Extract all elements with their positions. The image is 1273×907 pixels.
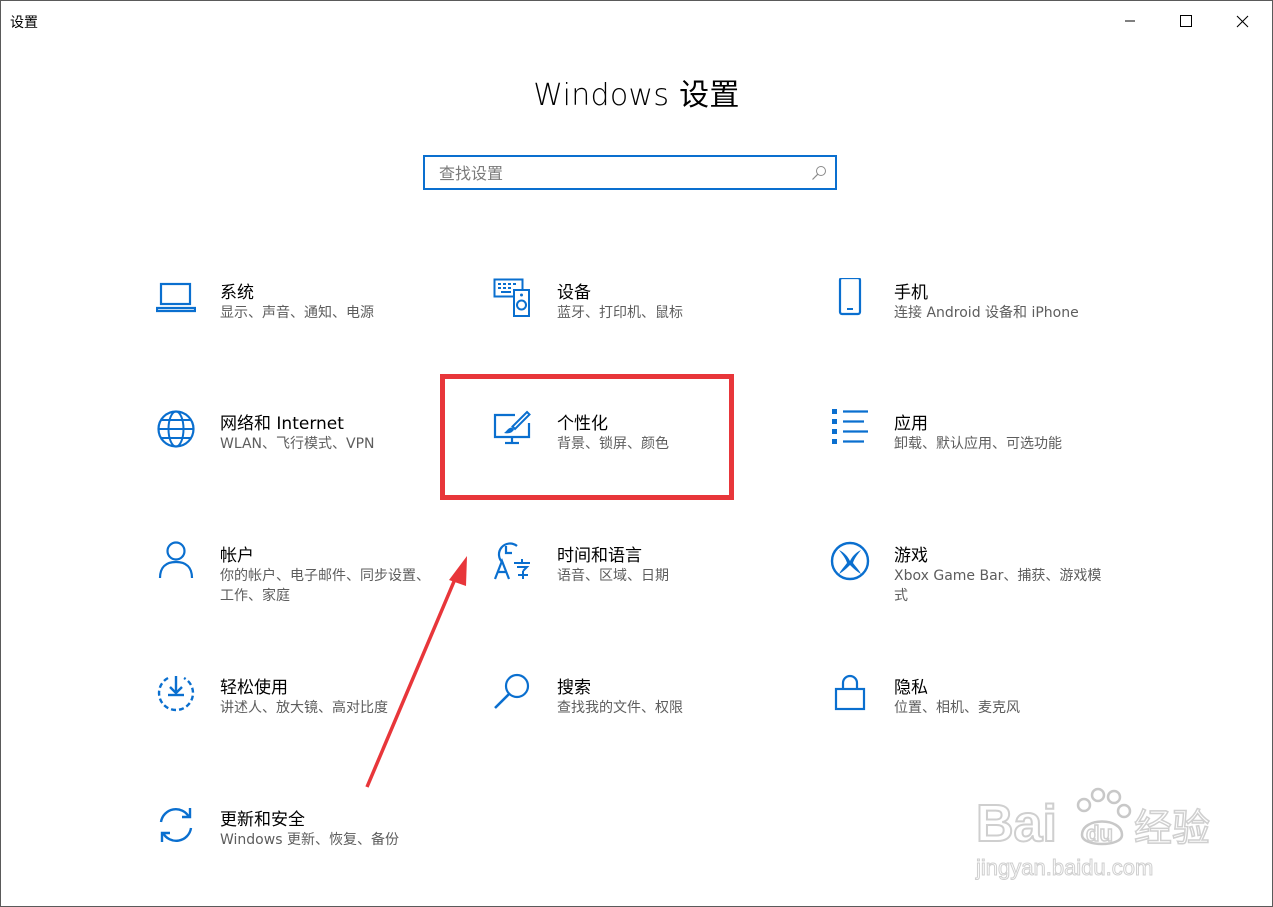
tile-desc: 连接 Android 设备和 iPhone <box>894 305 1079 321</box>
search-input[interactable] <box>437 157 801 190</box>
tile-update-security[interactable]: 更新和安全 Windows 更新、恢复、备份 <box>156 805 446 895</box>
close-button[interactable] <box>1214 0 1270 42</box>
title-bar[interactable]: 设置 <box>0 0 1273 42</box>
page-title: Windows 设置 <box>533 78 740 113</box>
tile-desc: 位置、相机、麦克风 <box>894 700 1020 716</box>
tile-title: 时间和语言 <box>557 546 642 566</box>
globe-icon <box>157 410 195 448</box>
search-box[interactable] <box>423 155 837 190</box>
tile-title: 游戏 <box>894 546 928 566</box>
window-title: 设置 <box>10 15 38 31</box>
maximize-button[interactable] <box>1158 0 1214 42</box>
tile-desc: 讲述人、放大镜、高对比度 <box>220 700 388 716</box>
tile-system[interactable]: 系统 显示、声音、通知、电源 <box>156 278 446 368</box>
tile-phone[interactable]: 手机 连接 Android 设备和 iPhone <box>830 278 1120 368</box>
clock-language-icon <box>493 542 530 580</box>
close-icon <box>1236 15 1248 27</box>
tile-time-language[interactable]: 时间和语言 语音、区域、日期 <box>493 541 783 631</box>
tile-network[interactable]: 网络和 Internet WLAN、飞行模式、VPN <box>156 409 446 499</box>
maximize-icon <box>1180 15 1192 27</box>
tile-privacy[interactable]: 隐私 位置、相机、麦克风 <box>830 673 1120 763</box>
laptop-icon <box>156 282 196 313</box>
xbox-icon <box>830 541 870 581</box>
baidu-watermark-logo: Bai du 经验 jingyan.baidu.com <box>975 787 1211 881</box>
keyboard-speaker-icon <box>493 278 530 317</box>
tile-desc: Xbox Game Bar、捕获、游戏模式 <box>894 568 1102 604</box>
tile-apps[interactable]: 应用 卸载、默认应用、可选功能 <box>830 409 1120 499</box>
highlight-box <box>440 374 734 500</box>
tile-desc: Windows 更新、恢复、备份 <box>220 832 399 848</box>
list-icon <box>832 409 868 444</box>
lock-icon <box>834 674 866 711</box>
tile-title: 隐私 <box>894 678 928 698</box>
watermark-url: jingyan.baidu.com <box>975 855 1153 880</box>
tile-devices[interactable]: 设备 蓝牙、打印机、鼠标 <box>493 278 783 368</box>
phone-icon <box>838 278 862 316</box>
tile-desc: 蓝牙、打印机、鼠标 <box>557 305 683 321</box>
tile-desc: 显示、声音、通知、电源 <box>220 305 374 321</box>
minimize-button[interactable] <box>1102 0 1158 42</box>
tile-desc: 卸载、默认应用、可选功能 <box>894 436 1062 452</box>
person-icon <box>158 541 194 579</box>
tile-desc: 语音、区域、日期 <box>557 568 669 584</box>
tile-title: 系统 <box>220 283 254 303</box>
search-icon[interactable] <box>811 165 827 181</box>
tile-desc: 你的帐户、电子邮件、同步设置、工作、家庭 <box>220 568 430 604</box>
tile-ease-of-access[interactable]: 轻松使用 讲述人、放大镜、高对比度 <box>156 673 446 763</box>
tile-gaming[interactable]: 游戏 Xbox Game Bar、捕获、游戏模式 <box>830 541 1120 631</box>
svg-text:du: du <box>1086 821 1113 846</box>
magnifier-icon <box>494 673 530 709</box>
sync-arrows-icon <box>159 808 193 842</box>
tile-title: 应用 <box>894 414 928 434</box>
tile-title: 搜索 <box>557 678 591 698</box>
tile-title: 手机 <box>894 283 928 303</box>
tile-desc: WLAN、飞行模式、VPN <box>220 436 375 452</box>
tile-title: 更新和安全 <box>220 810 305 830</box>
svg-text:经验: 经验 <box>1134 806 1210 850</box>
watermark-brand: Bai <box>976 795 1057 853</box>
tile-title: 网络和 Internet <box>220 414 344 434</box>
tile-accounts[interactable]: 帐户 你的帐户、电子邮件、同步设置、工作、家庭 <box>156 541 446 631</box>
tile-search[interactable]: 搜索 查找我的文件、权限 <box>493 673 783 763</box>
tile-title: 帐户 <box>220 546 254 566</box>
tile-title: 设备 <box>557 283 591 303</box>
minimize-icon <box>1125 20 1135 22</box>
tile-desc: 查找我的文件、权限 <box>557 700 683 716</box>
tile-title: 轻松使用 <box>220 678 288 698</box>
ease-of-access-icon <box>157 676 195 712</box>
